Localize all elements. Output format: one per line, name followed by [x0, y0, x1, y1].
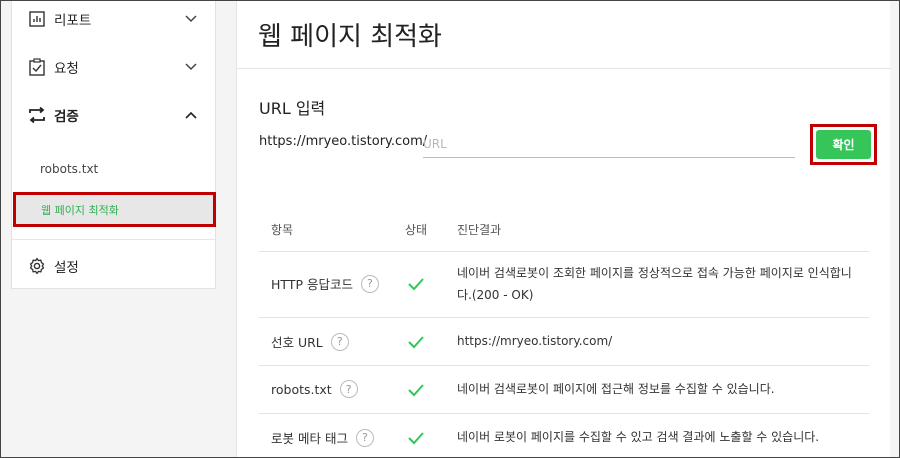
sidebar-divider — [12, 239, 215, 240]
row-item-label: 선호 URL ? — [271, 332, 349, 351]
check-icon — [408, 336, 424, 349]
confirm-button-highlight: 확인 — [810, 124, 877, 165]
page-title: 웹 페이지 최적화 — [258, 22, 442, 52]
sidebar-item-settings[interactable]: 설정 — [12, 246, 215, 286]
title-divider — [237, 68, 891, 69]
gear-icon — [27, 256, 47, 276]
table-row: robots.txt ? 네이버 검색로봇이 페이지에 접근해 정보를 수집할 … — [259, 366, 869, 414]
table-row: 로봇 메타 태그 ? 네이버 로봇이 페이지를 수집할 수 있고 검색 결과에 … — [259, 414, 869, 458]
swap-arrows-icon — [27, 105, 47, 125]
clipboard-check-icon — [27, 57, 47, 77]
sidebar-item-label: 검증 — [54, 109, 79, 125]
row-item-label: HTTP 응답코드 ? — [271, 274, 379, 293]
sidebar: 리포트 요청 검증 robots.txt 웹 페이지 최적화 설정 — [11, 0, 216, 289]
table-header-item: 항목 — [271, 223, 294, 237]
sidebar-subitem-label: 웹 페이지 최적화 — [41, 203, 119, 217]
row-item-text: 로봇 메타 태그 — [271, 431, 348, 446]
chevron-up-icon[interactable] — [184, 108, 198, 122]
row-item-text: HTTP 응답코드 — [271, 277, 353, 292]
url-prefix: https://mryeo.tistory.com/ — [259, 134, 428, 149]
confirm-button[interactable]: 확인 — [816, 130, 871, 159]
check-icon — [408, 278, 424, 291]
help-icon[interactable]: ? — [360, 274, 379, 293]
sidebar-subitem-robots[interactable]: robots.txt — [40, 162, 98, 176]
help-icon[interactable]: ? — [339, 380, 358, 398]
sidebar-item-label: 리포트 — [54, 13, 92, 29]
help-icon[interactable]: ? — [330, 332, 349, 351]
table-row: HTTP 응답코드 ? 네이버 검색로봇이 조회한 페이지를 정상적으로 접속 … — [259, 252, 869, 318]
sidebar-item-request[interactable]: 요청 — [12, 47, 215, 87]
row-result: https://mryeo.tistory.com/ — [457, 334, 613, 348]
row-item-text: 선호 URL — [271, 335, 323, 350]
sidebar-item-label: 설정 — [54, 260, 79, 276]
chevron-down-icon[interactable] — [184, 60, 198, 74]
url-input[interactable] — [423, 130, 795, 158]
main-content: 웹 페이지 최적화 URL 입력 https://mryeo.tistory.c… — [236, 0, 891, 458]
sidebar-item-report[interactable]: 리포트 — [12, 0, 215, 39]
check-icon — [408, 384, 424, 397]
help-icon[interactable]: ? — [355, 428, 374, 447]
table-header-status: 상태 — [405, 223, 428, 237]
sidebar-item-verify[interactable]: 검증 — [12, 95, 215, 135]
row-result: 네이버 검색로봇이 조회한 페이지를 정상적으로 접속 가능한 페이지로 인식합… — [457, 266, 852, 302]
check-icon — [408, 432, 424, 445]
row-item-label: robots.txt ? — [271, 380, 358, 398]
table-header-result: 진단결과 — [457, 223, 502, 237]
table-row: 선호 URL ? https://mryeo.tistory.com/ — [259, 318, 869, 366]
row-result: 네이버 검색로봇이 페이지에 접근해 정보를 수집할 수 있습니다. — [457, 382, 775, 396]
bar-chart-icon — [27, 9, 47, 29]
sidebar-item-label: 요청 — [54, 61, 79, 77]
url-section-heading: URL 입력 — [259, 99, 326, 118]
row-item-text: robots.txt — [271, 381, 332, 397]
chevron-down-icon[interactable] — [184, 12, 198, 26]
sidebar-subitem-page-optimization[interactable]: 웹 페이지 최적화 — [13, 192, 216, 227]
row-item-label: 로봇 메타 태그 ? — [271, 428, 374, 447]
row-result: 네이버 로봇이 페이지를 수집할 수 있고 검색 결과에 노출할 수 있습니다. — [457, 430, 820, 444]
